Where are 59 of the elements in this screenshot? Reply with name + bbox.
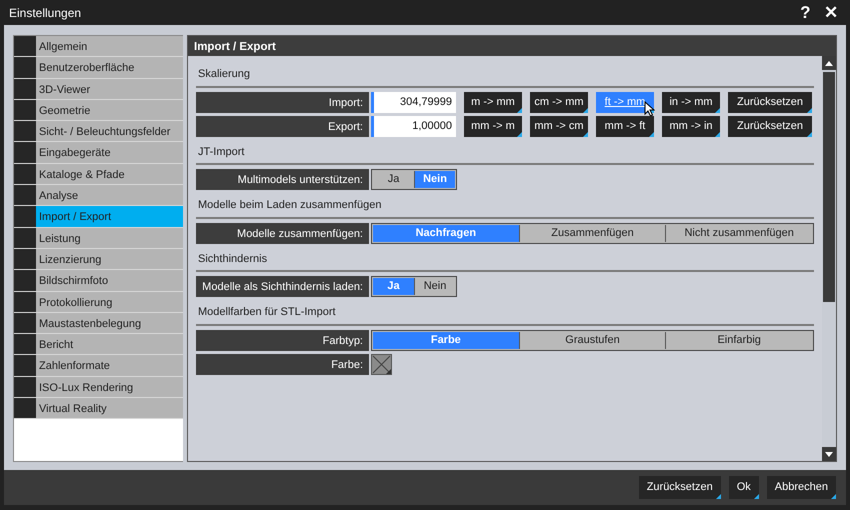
field-label: Modelle als Sichthindernis laden: [196,276,369,297]
help-button[interactable]: ? [796,4,814,21]
sidebar-item[interactable]: Protokollierung [14,292,183,313]
scale-button[interactable]: Zurücksetzen [728,92,812,112]
option-tab[interactable]: Farbe [373,332,519,348]
sidebar-item[interactable]: Import / Export [14,206,183,228]
sidebar-item[interactable]: Benutzeroberfläche [14,57,183,79]
option-tab[interactable]: Nein [414,171,455,188]
panel-title: Import / Export [188,36,836,56]
section-heading: Modelle beim Laden zusammenfügen [196,193,814,218]
field-label: Multimodels unterstützen: [196,169,369,190]
sidebar-item[interactable]: Allgemein [14,36,183,58]
sidebar-item[interactable]: Geometrie [14,100,183,122]
option-tab[interactable]: Nachfragen [373,224,519,242]
field-label: Modelle zusammenfügen: [196,222,369,244]
cursor-icon [644,100,655,116]
sidebar-item[interactable]: Virtual Reality [14,398,183,420]
field-label: Farbtyp: [196,330,369,350]
sidebar-item[interactable]: Maustastenbelegung [14,312,183,334]
scale-button[interactable]: mm -> m [464,116,522,136]
footer-button[interactable]: Zurücksetzen [638,476,721,499]
option-tab[interactable]: Ja [373,278,414,295]
sidebar-item[interactable]: Zahlenformate [14,355,183,377]
scale-button[interactable]: in -> mm [662,92,720,112]
footer-button[interactable]: Ok [728,476,759,499]
sidebar-item[interactable]: Bericht [14,334,183,356]
section-heading: Skalierung [196,62,814,88]
sidebar-item[interactable]: Eingabegeräte [14,142,183,164]
sidebar-item[interactable]: Bildschirmfoto [14,270,183,292]
scale-button[interactable]: cm -> mm [530,92,588,112]
sidebar-item[interactable]: 3D-Viewer [14,78,183,100]
scroll-up-button[interactable] [822,56,836,70]
window-title: Einstellungen [9,4,82,22]
scale-button[interactable]: Zurücksetzen [728,116,812,136]
input-field[interactable]: 304,79999 [371,92,456,112]
scale-button[interactable]: mm -> ft [596,116,654,136]
sidebar-item[interactable]: Lizenzierung [14,248,183,270]
sidebar-item[interactable]: Leistung [14,228,183,249]
scale-button[interactable]: mm -> in [662,116,720,136]
scroll-down-button[interactable] [822,447,836,461]
sidebar-item[interactable]: ISO-Lux Rendering [14,376,183,398]
scrollbar-thumb[interactable] [823,72,835,302]
field-label: Farbe: [196,354,369,374]
sidebar-item[interactable]: Sicht- / Beleuchtungsfelder [14,121,183,142]
scale-button[interactable]: m -> mm [464,92,522,112]
color-swatch[interactable] [371,354,392,374]
section-heading: Modellfarben für STL-Import [196,300,814,326]
down-arrow-icon [825,452,833,456]
sidebar-item[interactable]: Analyse [14,185,183,206]
close-button[interactable]: ✕ [820,4,842,21]
up-arrow-icon [825,60,833,66]
scale-button[interactable]: mm -> cm [530,116,588,136]
input-field[interactable]: 1,00000 [371,116,456,136]
field-label: Import: [196,92,369,112]
section-heading: Sichthindernis [196,246,814,272]
field-label: Export: [196,116,369,136]
footer-button[interactable]: Abbrechen [766,476,836,499]
section-heading: JT-Import [196,140,814,165]
sidebar-item[interactable]: Kataloge & Pfade [14,164,183,186]
